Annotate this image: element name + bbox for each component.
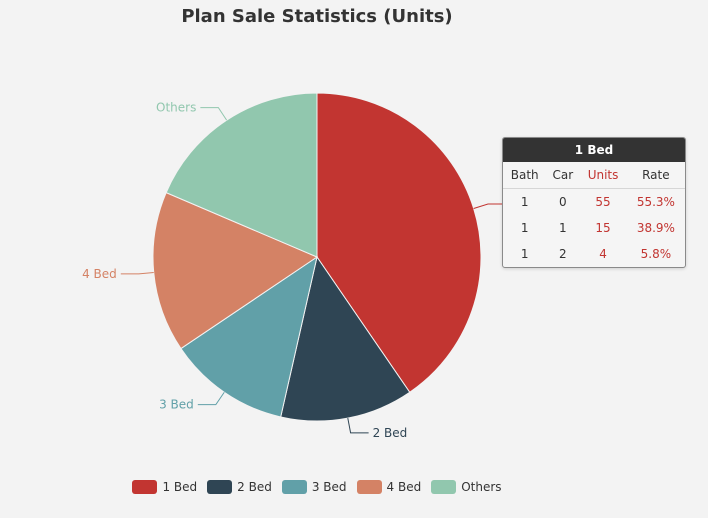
legend-swatch — [356, 480, 382, 494]
label-line — [200, 107, 228, 121]
legend-item-4-bed[interactable]: 4 Bed — [356, 480, 422, 494]
legend-swatch — [207, 480, 233, 494]
tooltip-cell-units: 55 — [595, 195, 611, 209]
legend-swatch — [132, 480, 158, 494]
tooltip-cell-rate: 55.3% — [636, 195, 675, 209]
tooltip-header-car: Car — [546, 162, 580, 189]
legend-item-1-bed[interactable]: 1 Bed — [132, 480, 197, 494]
tooltip-header-units: Units — [579, 162, 627, 189]
slice-label: Others — [156, 101, 196, 115]
legend-label: 3 Bed — [311, 480, 347, 494]
slice-label: 3 Bed — [159, 398, 194, 412]
tooltip-cell-car: 1 — [559, 221, 567, 235]
tooltip-cell-car: 2 — [559, 247, 567, 261]
legend-swatch — [431, 480, 457, 494]
label-line — [347, 417, 369, 434]
legend-item-3-bed[interactable]: 3 Bed — [281, 480, 347, 494]
legend-item-2-bed[interactable]: 2 Bed — [207, 480, 272, 494]
tooltip-cell-bath: 1 — [520, 221, 529, 235]
tooltip-cell-car: 0 — [559, 195, 567, 209]
tooltip: 1 Bed Bath Car Units Rate 1 0 55 55.3% 1… — [502, 137, 686, 268]
tooltip-cell-rate: 38.9% — [636, 221, 675, 235]
legend-item-others[interactable]: Others — [431, 480, 502, 494]
slice-label: 2 Bed — [373, 426, 408, 440]
tooltip-header-bath: Bath — [503, 162, 547, 189]
tooltip-row: 1 1 15 38.9% — [503, 215, 685, 241]
label-line — [197, 391, 225, 406]
tooltip-header-rate: Rate — [626, 162, 685, 189]
tooltip-row: 1 2 4 5.8% — [503, 241, 685, 267]
tooltip-cell-rate: 5.8% — [640, 247, 672, 261]
legend-label: 1 Bed — [162, 480, 198, 494]
legend-label: 4 Bed — [386, 480, 422, 494]
legend-swatch — [281, 480, 307, 494]
legend-label: Others — [461, 480, 502, 494]
tooltip-cell-bath: 1 — [520, 247, 529, 261]
tooltip-cell-units: 4 — [599, 247, 607, 261]
slice-label: 4 Bed — [82, 267, 117, 281]
tooltip-cell-bath: 1 — [520, 195, 529, 209]
tooltip-table: Bath Car Units Rate 1 0 55 55.3% 1 1 15 … — [503, 162, 685, 267]
legend-label: 2 Bed — [237, 480, 272, 494]
tooltip-cell-units: 15 — [595, 221, 611, 235]
tooltip-row: 1 0 55 55.3% — [503, 189, 685, 216]
label-line — [120, 271, 154, 275]
legend: 1 Bed 2 Bed 3 Bed 4 Bed Others — [0, 480, 634, 494]
tooltip-title: 1 Bed — [503, 138, 685, 162]
